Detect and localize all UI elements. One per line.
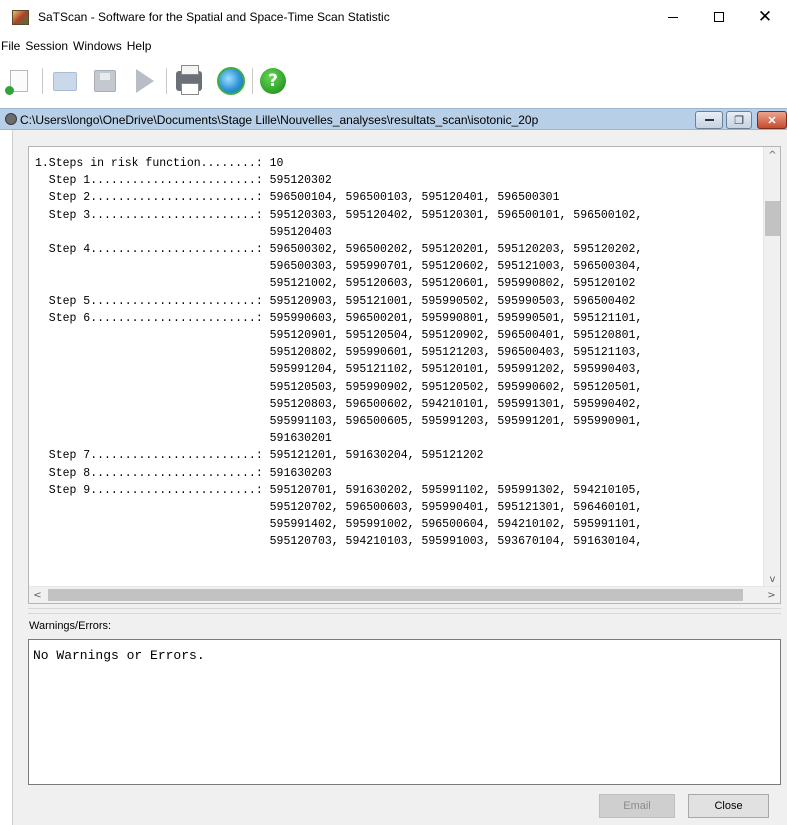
toolbar-separator [166, 68, 167, 94]
results-window-body: 1.Steps in risk function........: 10 Ste… [12, 130, 787, 825]
scroll-left-arrow-icon[interactable]: < [29, 587, 46, 603]
run-button[interactable] [128, 64, 162, 98]
maximize-button[interactable] [696, 0, 742, 34]
warnings-text: No Warnings or Errors. [33, 648, 205, 663]
window-title: SaTScan - Software for the Spatial and S… [38, 10, 390, 24]
results-window-path: C:\Users\longo\OneDrive\Documents\Stage … [20, 113, 539, 127]
toolbar-separator [42, 68, 43, 94]
toolbar-separator [252, 68, 253, 94]
minimize-button[interactable] [650, 0, 696, 34]
restore-icon: ❐ [734, 114, 744, 127]
warnings-label: Warnings/Errors: [29, 620, 112, 632]
print-button[interactable] [172, 64, 206, 98]
results-window-icon [5, 113, 17, 125]
close-icon: ✕ [757, 7, 773, 27]
print-icon [176, 65, 202, 95]
open-session-button[interactable] [48, 64, 82, 98]
vertical-scroll-thumb[interactable] [765, 201, 780, 236]
panel-splitter[interactable] [28, 608, 781, 614]
menu-windows[interactable]: Windows [71, 36, 125, 56]
vertical-scrollbar[interactable]: ^ v [763, 147, 780, 588]
menu-file[interactable]: File [0, 36, 23, 56]
child-restore-button[interactable]: ❐ [726, 111, 752, 129]
new-session-icon [5, 70, 28, 95]
warnings-text-area[interactable]: No Warnings or Errors. [28, 639, 781, 785]
toolbar: ? [0, 60, 787, 102]
close-icon: ✕ [767, 114, 777, 127]
open-folder-icon [53, 71, 77, 91]
title-bar: SaTScan - Software for the Spatial and S… [0, 0, 787, 34]
scroll-right-arrow-icon[interactable]: > [763, 587, 780, 603]
menu-session[interactable]: Session [23, 36, 71, 56]
menu-help[interactable]: Help [125, 36, 155, 56]
maximize-icon [714, 12, 724, 22]
check-updates-button[interactable] [214, 64, 248, 98]
minimize-icon [704, 119, 714, 121]
help-button[interactable]: ? [256, 64, 290, 98]
horizontal-scrollbar[interactable]: < > [29, 586, 780, 603]
run-icon [136, 69, 154, 93]
save-icon [94, 70, 116, 92]
results-text: 1.Steps in risk function........: 10 Ste… [35, 157, 643, 549]
child-minimize-button[interactable] [695, 111, 723, 129]
satscan-app-icon [12, 10, 29, 25]
close-window-button[interactable]: ✕ [742, 0, 787, 34]
update-icon [217, 67, 245, 95]
child-close-button[interactable]: ✕ [757, 111, 787, 129]
horizontal-scroll-thumb[interactable] [48, 589, 743, 601]
new-session-button[interactable] [2, 64, 36, 98]
results-window-titlebar: C:\Users\longo\OneDrive\Documents\Stage … [0, 108, 787, 130]
save-session-button[interactable] [88, 64, 122, 98]
results-text-area[interactable]: 1.Steps in risk function........: 10 Ste… [28, 146, 781, 604]
scroll-up-arrow-icon[interactable]: ^ [764, 147, 781, 164]
help-icon: ? [260, 68, 286, 94]
menu-bar: File Session Windows Help [0, 36, 154, 56]
close-button[interactable]: Close [688, 794, 769, 818]
minimize-icon [668, 16, 678, 18]
email-button[interactable]: Email [599, 794, 675, 818]
